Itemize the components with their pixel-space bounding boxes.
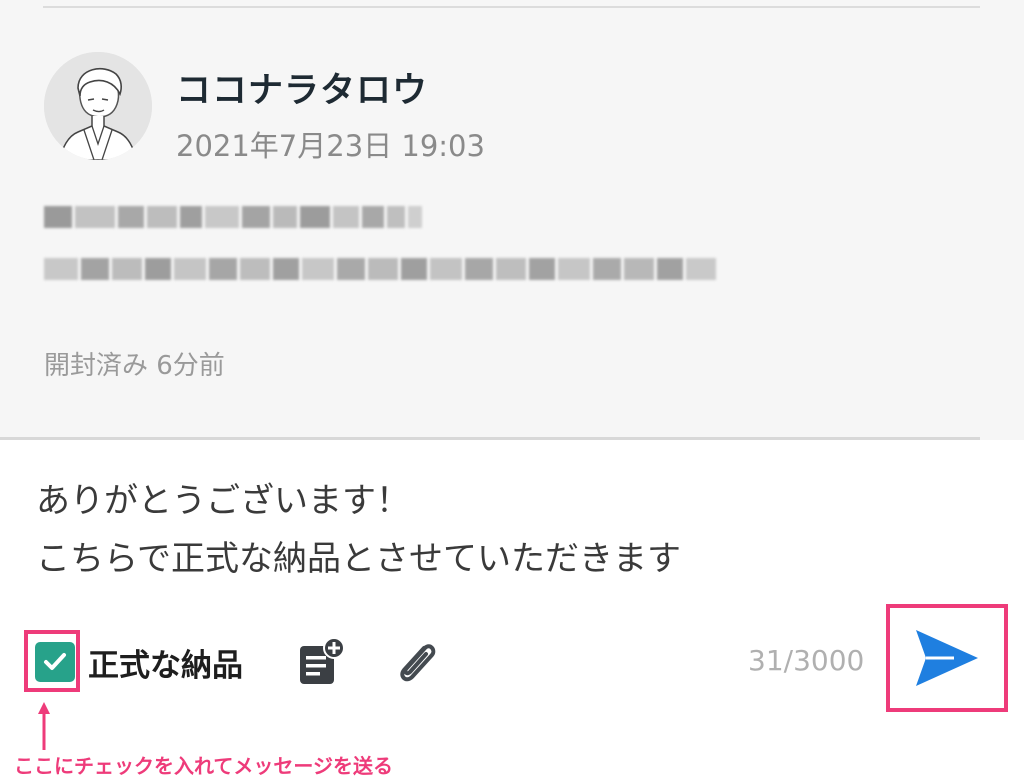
checkbox-checked-icon — [44, 653, 66, 670]
message-timestamp: 2021年7月23日 19:03 — [176, 129, 485, 163]
send-button[interactable] — [886, 604, 1008, 712]
paperclip-icon — [400, 644, 436, 682]
blurred-message-line — [44, 200, 422, 234]
official-delivery-label[interactable]: 正式な納品 — [88, 640, 243, 685]
send-icon — [916, 630, 978, 686]
reply-input[interactable]: ありがとうございます！ こちらで正式な納品とさせていただきます — [36, 472, 936, 588]
annotation-caption: ここにチェックを入れてメッセージを送る — [14, 754, 393, 778]
avatar-illustration — [44, 52, 152, 160]
annotation-arrow-icon — [38, 702, 50, 750]
add-template-button[interactable] — [296, 636, 348, 688]
reply-line: ありがとうございます！ — [36, 481, 410, 521]
add-template-icon — [300, 637, 345, 684]
official-delivery-checkbox[interactable] — [35, 642, 75, 682]
blurred-message-line — [44, 252, 716, 286]
reply-line: こちらで正式な納品とさせていただきます — [36, 539, 681, 579]
avatar[interactable] — [44, 52, 152, 160]
composer-divider — [0, 437, 980, 440]
read-status: 開封済み 6分前 — [44, 351, 225, 381]
sender-name: ココナラタロウ — [176, 71, 429, 111]
attach-file-button[interactable] — [390, 634, 442, 690]
message-thread: ココナラタロウ 2021年7月23日 19:03 開封済み 6分前 — [0, 0, 1024, 440]
character-count: 31/3000 — [748, 644, 865, 677]
top-divider — [43, 6, 980, 8]
